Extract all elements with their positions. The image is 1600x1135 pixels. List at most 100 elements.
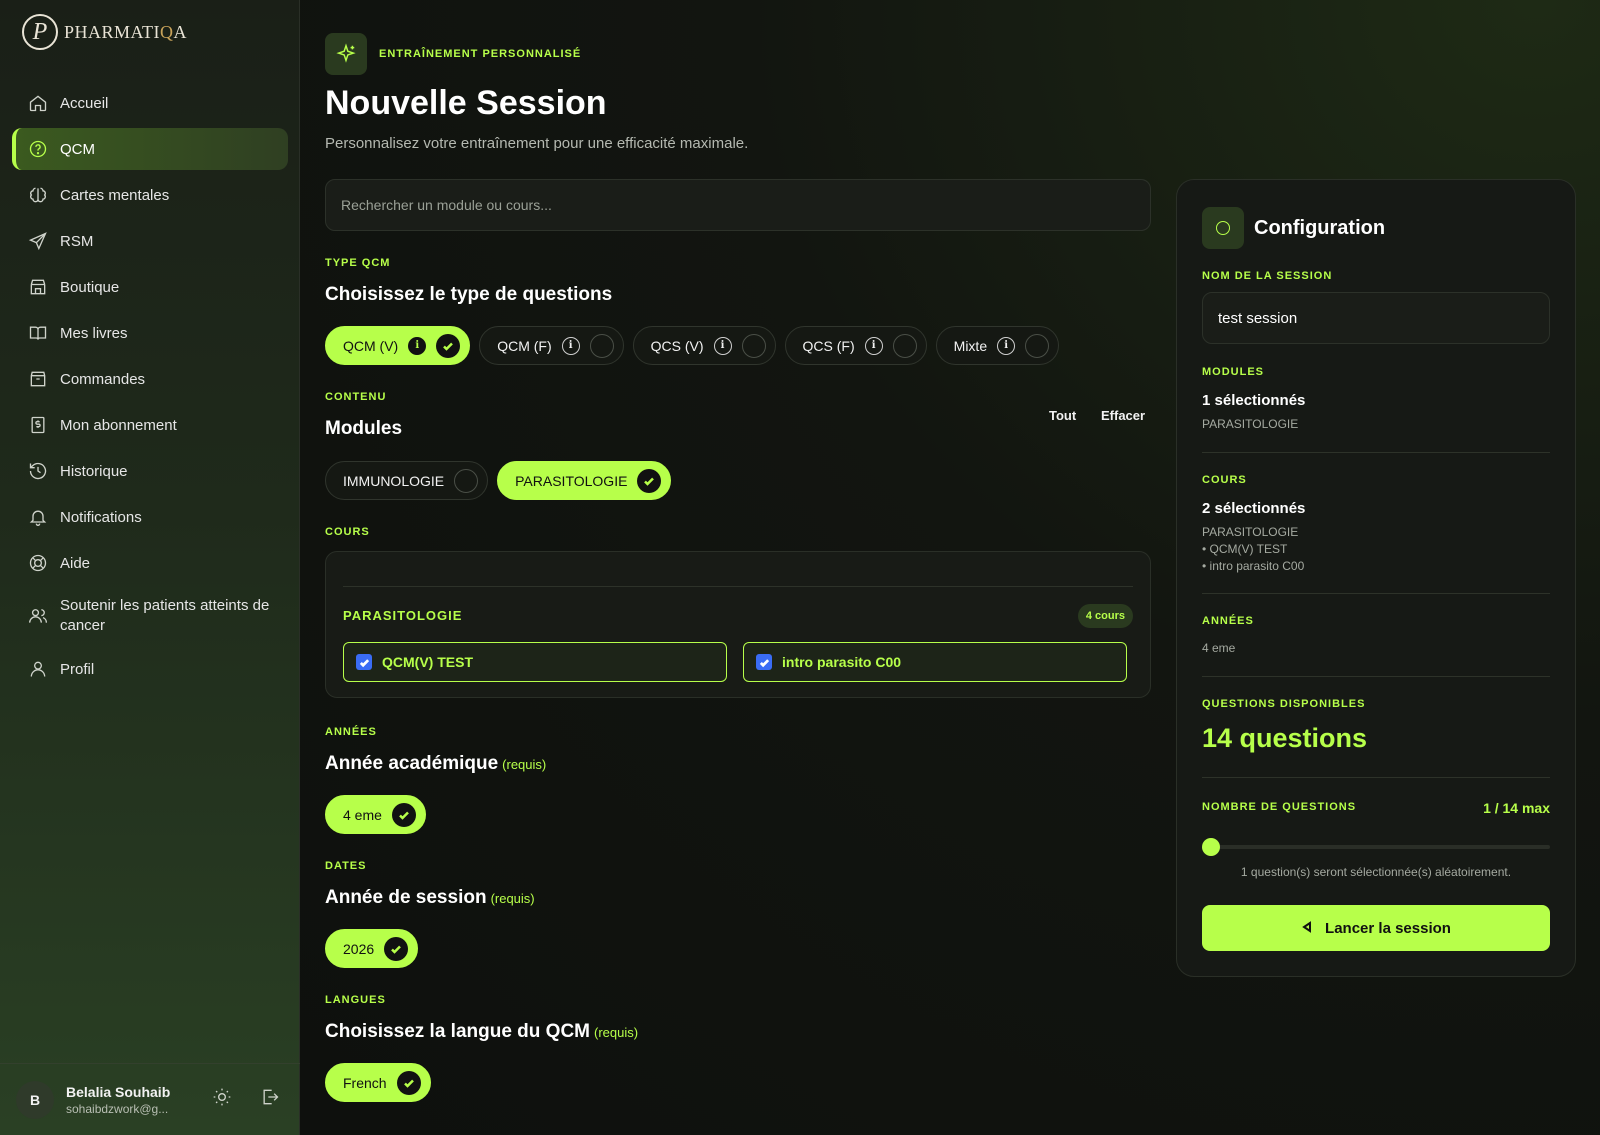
courses-summary-item: • QCM(V) TEST (1202, 542, 1288, 556)
configuration-panel: Configuration NOM DE LA SESSION MODULES … (1176, 179, 1576, 977)
qcm-type-option-qcm-v[interactable]: QCM (V) i (325, 326, 471, 365)
course-item[interactable]: QCM(V) TEST (343, 642, 727, 682)
courses-summary-module: PARASITOLOGIE (1202, 525, 1299, 539)
year-option-4eme[interactable]: 4 eme (325, 795, 426, 834)
course-label: QCM(V) TEST (382, 654, 473, 670)
sidebar-item-cartes-mentales[interactable]: Cartes mentales (12, 174, 288, 216)
bell-icon (28, 507, 48, 527)
qcm-type-title: Choisissez le type de questions (325, 284, 613, 305)
radio-empty (892, 333, 917, 358)
module-option-parasitologie[interactable]: PARASITOLOGIE (497, 461, 672, 500)
select-all-button[interactable]: Tout (1049, 408, 1076, 423)
info-icon[interactable]: i (408, 336, 427, 355)
date-option-2026[interactable]: 2026 (325, 929, 419, 968)
qcm-type-option-qcs-v[interactable]: QCS (V) i (632, 326, 776, 365)
launch-session-button[interactable]: Lancer la session (1202, 905, 1550, 951)
divider (1202, 777, 1550, 778)
check-icon (436, 333, 461, 358)
courses-panel: PARASITOLOGIE 4 cours QCM(V) TEST intro … (325, 551, 1151, 698)
sidebar-item-mon-abonnement[interactable]: Mon abonnement (12, 404, 288, 446)
question-count-slider-thumb[interactable] (1202, 838, 1220, 856)
user-icon (28, 659, 48, 679)
modules-summary-label: MODULES (1202, 366, 1264, 378)
sidebar-item-aide[interactable]: Aide (12, 542, 288, 584)
sidebar-item-boutique[interactable]: Boutique (12, 266, 288, 308)
radio-empty (1025, 333, 1050, 358)
course-module-name: PARASITOLOGIE (343, 608, 463, 623)
checkbox-checked-icon[interactable] (756, 654, 772, 670)
divider (343, 586, 1133, 587)
info-icon[interactable]: i (997, 336, 1016, 355)
sidebar-item-label: Cartes mentales (60, 186, 170, 204)
question-count-label: NOMBRE DE QUESTIONS (1202, 801, 1357, 813)
sidebar-item-historique[interactable]: Historique (12, 450, 288, 492)
option-label: Mixte (953, 337, 988, 354)
sidebar-item-notifications[interactable]: Notifications (12, 496, 288, 538)
divider (1202, 676, 1550, 677)
sidebar-item-profil[interactable]: Profil (12, 648, 288, 690)
sidebar-item-label: Mes livres (60, 324, 128, 342)
sidebar-item-commandes[interactable]: Commandes (12, 358, 288, 400)
logo-mark: P (22, 14, 58, 50)
sidebar-item-rsm[interactable]: RSM (12, 220, 288, 262)
page-title: Nouvelle Session (325, 84, 607, 122)
courses-label: COURS (325, 526, 370, 538)
sidebar-item-soutenir[interactable]: Soutenir les patients atteints de cancer (12, 588, 288, 644)
main-content: ENTRAÎNEMENT PERSONNALISÉ Nouvelle Sessi… (325, 0, 1155, 1135)
avatar[interactable]: B (16, 1080, 54, 1119)
question-count-slider-track[interactable] (1202, 845, 1550, 849)
sidebar-item-label: Mon abonnement (60, 416, 177, 434)
option-label: QCM (F) (497, 337, 552, 354)
years-title: Année académique (requis) (325, 753, 547, 774)
qcm-type-option-qcm-f[interactable]: QCM (F) i (479, 326, 624, 365)
sparkle-icon (325, 33, 367, 75)
date-options: 2026 (325, 929, 419, 968)
book-icon (28, 323, 48, 343)
help-circle-icon (28, 139, 48, 159)
option-label: QCS (V) (650, 337, 704, 354)
check-icon (384, 936, 409, 961)
info-icon[interactable]: i (713, 336, 732, 355)
modules-summary-list: PARASITOLOGIE (1202, 417, 1299, 431)
brand-logo[interactable]: P PHARMATIQA (22, 14, 187, 50)
available-questions-label: QUESTIONS DISPONIBLES (1202, 698, 1366, 710)
clear-button[interactable]: Effacer (1101, 408, 1145, 423)
page-eyebrow: ENTRAÎNEMENT PERSONNALISÉ (379, 48, 582, 60)
course-item[interactable]: intro parasito C00 (743, 642, 1127, 682)
launch-session-label: Lancer la session (1325, 919, 1451, 937)
course-label: intro parasito C00 (782, 654, 902, 670)
courses-summary-count: 2 sélectionnés (1202, 500, 1306, 517)
module-option-immunologie[interactable]: IMMUNOLOGIE (325, 461, 489, 500)
send-icon (28, 231, 48, 251)
search-input[interactable] (325, 179, 1151, 231)
dates-title: Année de session (requis) (325, 887, 535, 908)
info-icon[interactable]: i (561, 336, 580, 355)
option-label: QCS (F) (802, 337, 855, 354)
user-panel: B Belalia Souhaib sohaibdzwork@g... (0, 1063, 300, 1135)
sidebar-item-label: RSM (60, 232, 94, 250)
lifebuoy-icon (28, 553, 48, 573)
logout-icon (260, 1087, 280, 1112)
years-label: ANNÉES (325, 726, 377, 738)
session-name-input[interactable] (1202, 292, 1550, 344)
sidebar: P PHARMATIQA Accueil QCM Cartes mentales… (0, 0, 300, 1135)
radio-empty (454, 468, 479, 493)
header-badge: ENTRAÎNEMENT PERSONNALISÉ (325, 33, 581, 75)
qcm-type-options: QCM (V) i QCM (F) i QCS (V) i QCS (F) i … (325, 326, 1060, 365)
sidebar-item-accueil[interactable]: Accueil (12, 82, 288, 124)
brain-icon (28, 185, 48, 205)
play-icon (1301, 920, 1313, 937)
course-count-badge: 4 cours (1077, 604, 1133, 628)
sidebar-item-mes-livres[interactable]: Mes livres (12, 312, 288, 354)
theme-toggle-button[interactable] (208, 1086, 236, 1114)
language-option-french[interactable]: French (325, 1063, 431, 1102)
history-icon (28, 461, 48, 481)
sidebar-item-qcm[interactable]: QCM (12, 128, 288, 170)
sidebar-item-label: QCM (60, 140, 95, 158)
qcm-type-option-qcs-f[interactable]: QCS (F) i (784, 326, 927, 365)
option-label: IMMUNOLOGIE (343, 472, 445, 489)
checkbox-checked-icon[interactable] (356, 654, 372, 670)
qcm-type-option-mixte[interactable]: Mixte i (935, 326, 1060, 365)
info-icon[interactable]: i (864, 336, 883, 355)
logout-button[interactable] (256, 1086, 284, 1114)
